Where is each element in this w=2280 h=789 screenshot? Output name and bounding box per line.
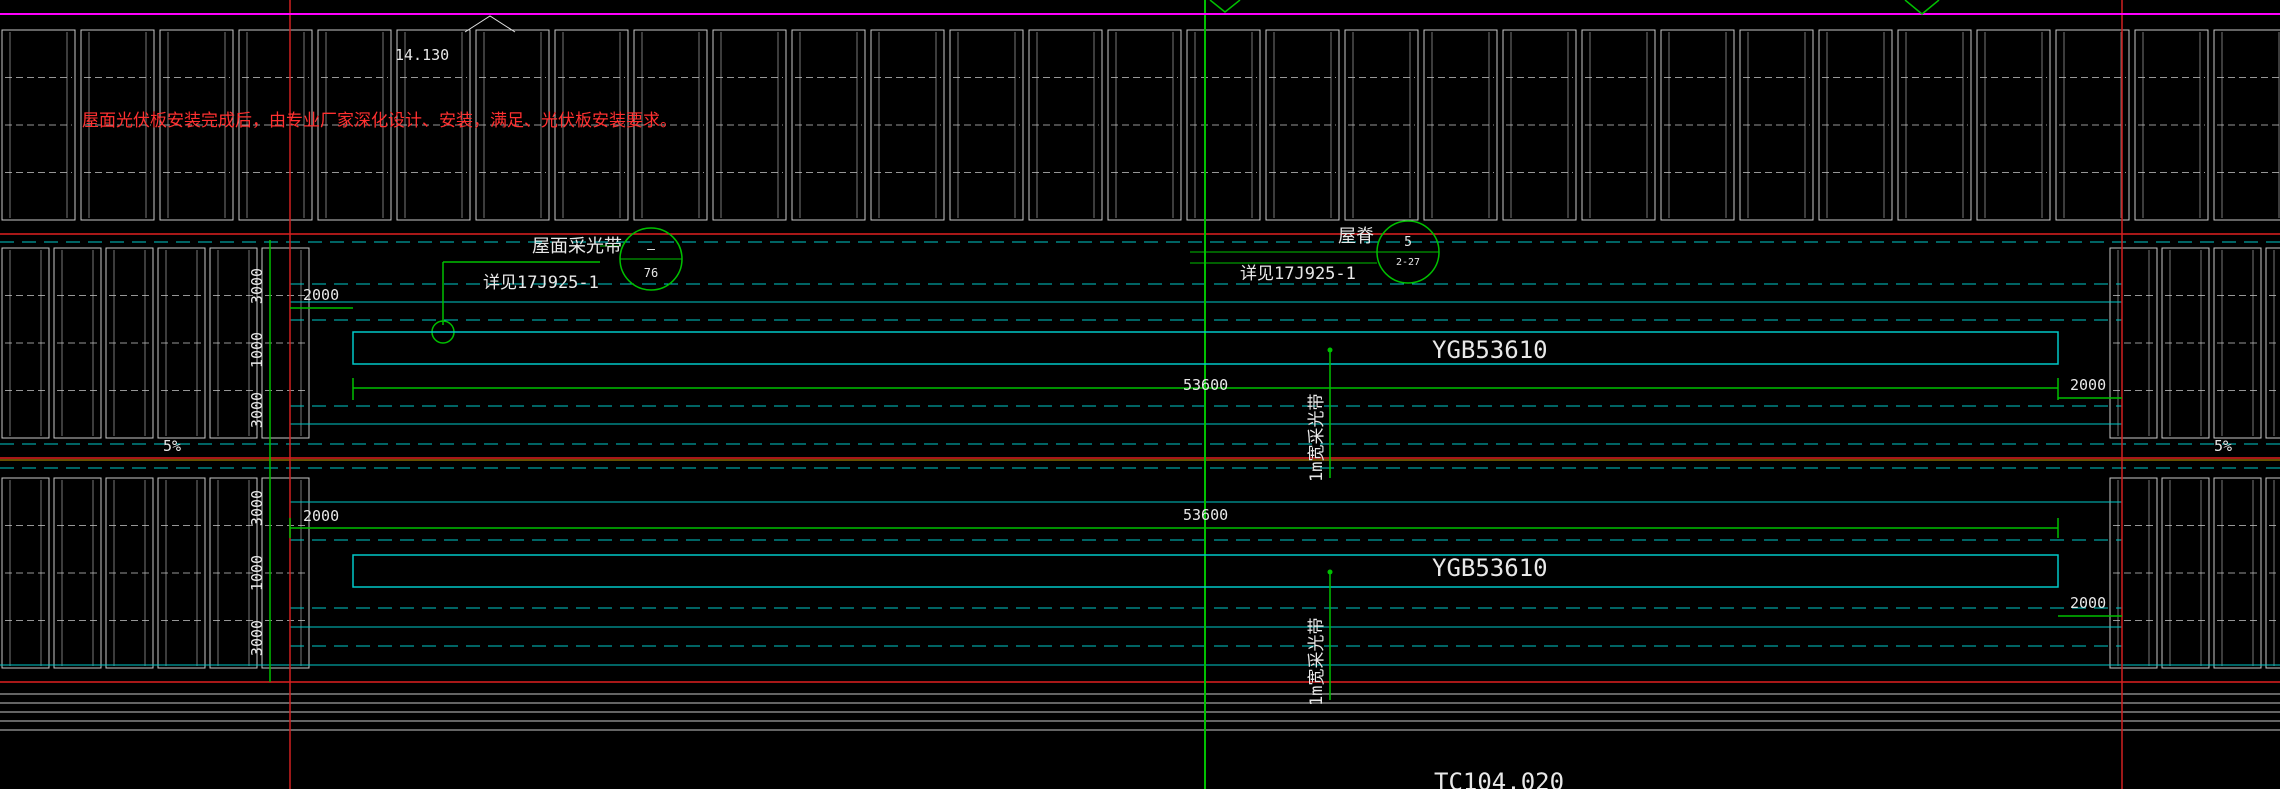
band1-dim-bottom: 3000 xyxy=(248,392,266,428)
band2-skylight-width: 1m宽采光带 xyxy=(1307,618,1327,706)
band2-panel-label: YGB53610 xyxy=(1432,554,1548,582)
band1-length-dim: 53600 xyxy=(1183,376,1228,394)
slope-left: 5% xyxy=(163,437,181,455)
band1-offset-left: 2000 xyxy=(303,286,339,304)
band2-dim-mid: 1000 xyxy=(248,555,266,591)
band1-dim-top: 3000 xyxy=(248,268,266,304)
skylight-detail-ref: 详见17J925-1 xyxy=(483,273,599,293)
skylight-callout-bottom: 76 xyxy=(644,266,658,280)
band2-offset-left: 2000 xyxy=(303,507,339,525)
ridge-detail-ref: 详见17J925-1 xyxy=(1240,264,1356,284)
elevation-label: 14.130 xyxy=(395,46,449,64)
band1-offset-right: 2000 xyxy=(2070,376,2106,394)
construction-note: 屋面光伏板安装完成后，由专业厂家深化设计、安装，满足、光伏板安装要求。 xyxy=(82,111,677,131)
skylight-callout-top: — xyxy=(647,242,655,257)
band2-offset-right: 2000 xyxy=(2070,594,2106,612)
bottom-label: TC104.020 xyxy=(1434,768,1564,789)
ridge-label: 屋脊 xyxy=(1338,226,1374,247)
band2-dim-top: 3000 xyxy=(248,490,266,526)
band1-skylight-width: 1m宽采光带 xyxy=(1307,394,1327,482)
band1-dim-mid: 1000 xyxy=(248,332,266,368)
ridge-callout-top: 5 xyxy=(1404,235,1412,250)
slope-right: 5% xyxy=(2214,437,2232,455)
band1-panel-label: YGB53610 xyxy=(1432,336,1548,364)
skylight-label: 屋面采光带 xyxy=(532,236,622,257)
band2-length-dim: 53600 xyxy=(1183,506,1228,524)
ridge-callout-bottom: 2-27 xyxy=(1396,257,1420,268)
cad-drawing-canvas[interactable]: 14.130 屋面光伏板安装完成后，由专业厂家深化设计、安装，满足、光伏板安装要… xyxy=(0,0,2280,789)
band2-dim-bottom: 3000 xyxy=(248,620,266,656)
